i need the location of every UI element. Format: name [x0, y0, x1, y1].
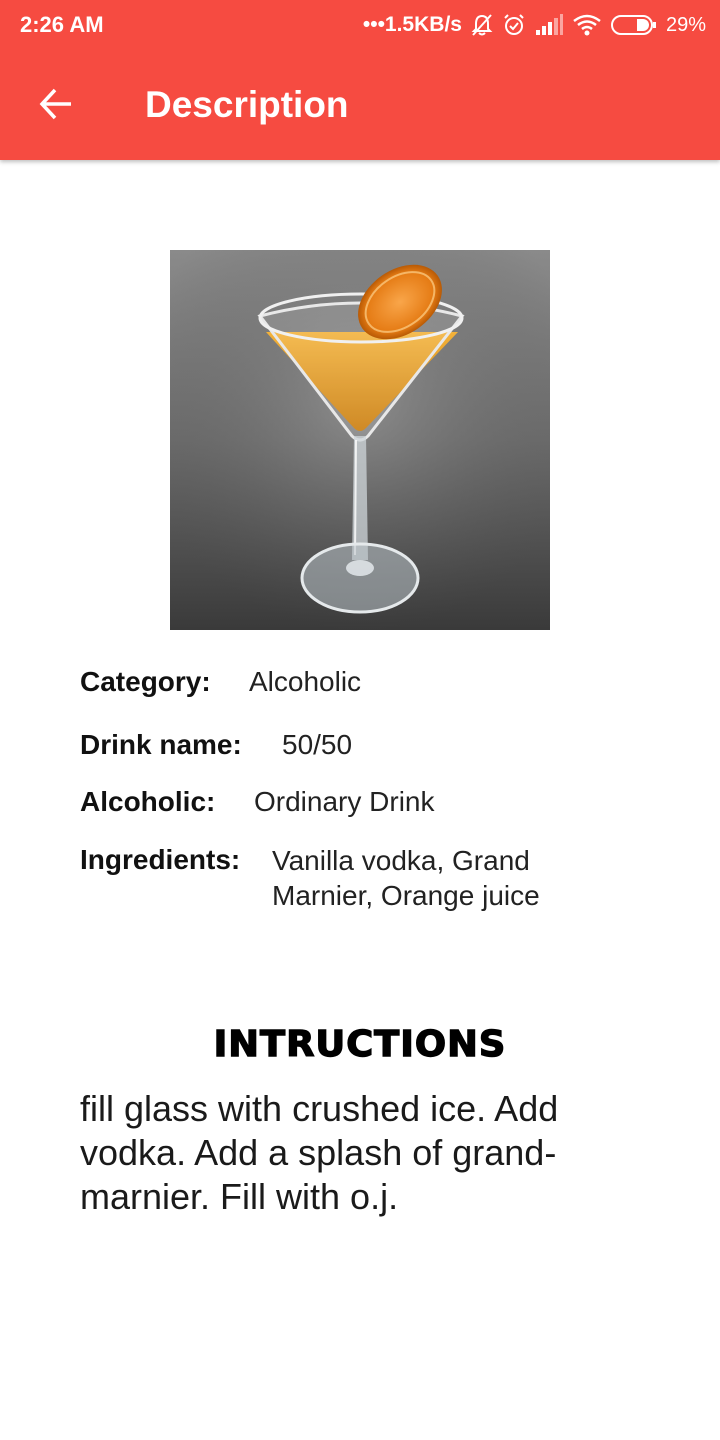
arrow-left-icon	[39, 88, 71, 120]
alcoholic-label: Alcoholic:	[80, 786, 216, 817]
drink-image	[170, 250, 550, 630]
ingredients-label: Ingredients:	[80, 844, 241, 875]
status-time: 2:26 AM	[20, 12, 104, 37]
app-bar: Description	[0, 50, 720, 160]
category-label: Category:	[80, 666, 211, 697]
battery-percent: 29%	[665, 13, 706, 36]
ingredients-value: Vanilla vodka, Grand Marnier, Orange jui…	[272, 845, 540, 911]
alcoholic-value: Ordinary Drink	[254, 786, 435, 817]
alarm-icon	[502, 13, 526, 37]
instructions-text: fill glass with crushed ice. Add vodka. …	[80, 1088, 559, 1217]
category-value: Alcoholic	[249, 666, 362, 697]
status-icons: •••1.5KB/s 29%	[363, 10, 706, 40]
drink-name-value: 50/50	[282, 729, 353, 760]
signal-icon	[535, 14, 563, 36]
wifi-icon	[572, 14, 602, 36]
back-button[interactable]	[24, 72, 88, 136]
instructions-heading: INTRUCTIONS	[213, 1023, 507, 1065]
status-bar: 2:26 AM •••1.5KB/s 29%	[0, 0, 720, 50]
battery-icon	[610, 14, 657, 36]
mute-icon	[471, 13, 493, 37]
network-speed: •••1.5KB/s	[362, 13, 462, 36]
top-bar: 2:26 AM •••1.5KB/s 29% Description	[0, 0, 720, 160]
screen: 2:26 AM •••1.5KB/s 29% Description Categ…	[0, 0, 720, 1440]
page-title: Description	[145, 84, 349, 125]
drink-name-label: Drink name:	[80, 729, 242, 760]
